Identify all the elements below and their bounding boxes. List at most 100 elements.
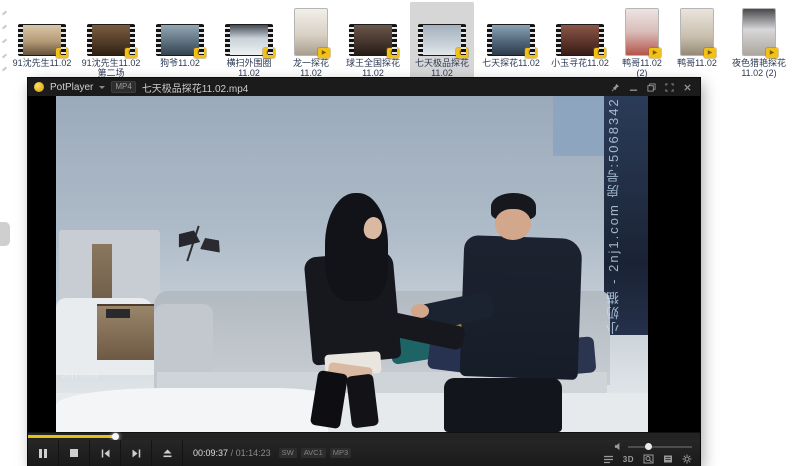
video-thumbnail: ▶: [743, 9, 775, 55]
player-badge-icon: ▶: [318, 48, 330, 58]
3d-mode-button[interactable]: 3D: [623, 455, 634, 464]
file-name: 91沈先生11.02 第二场: [82, 58, 141, 78]
player-badge-icon: ▶: [649, 48, 661, 58]
file-thumbnail-strip: ▶91沈先生11.02 ▶91沈先生11.02 第二场 ▶狗爷11.02 ▶横扫…: [0, 0, 800, 78]
audio-codec-badge: MP3: [330, 448, 351, 458]
file-item[interactable]: ▶鸭哥11.02: [672, 2, 722, 69]
player-badge-icon: ▶: [456, 48, 468, 58]
eject-icon: [162, 448, 173, 459]
file-name: 七天探花11.02: [482, 58, 540, 68]
corner-watermark: 2nj1.com: [62, 373, 98, 380]
player-badge-icon: ▶: [387, 48, 399, 58]
scene-preview-icon[interactable]: [643, 454, 654, 464]
seek-knob[interactable]: [112, 433, 119, 440]
video-area[interactable]: 小奶猫 - 2nj1.com 房号:5068342 2nj1.com: [28, 96, 700, 432]
file-name: 球王全国探花 11.02: [346, 58, 400, 78]
player-badge-icon: ▶: [56, 48, 68, 58]
video-thumbnail: ▶: [19, 25, 65, 55]
file-name: 夜色猎艳探花 11.02 (2): [732, 58, 786, 78]
volume-knob[interactable]: [645, 443, 652, 450]
file-item[interactable]: ▶91沈先生11.02: [10, 2, 74, 69]
video-thumbnail: ▶: [419, 25, 465, 55]
video-thumbnail: ▶: [488, 25, 534, 55]
video-thumbnail: ▶: [226, 25, 272, 55]
telephone: [106, 309, 130, 317]
utility-icons: 3D: [603, 454, 692, 464]
file-item[interactable]: ▶鸭哥11.02 (2): [617, 2, 667, 79]
player-badge-icon: ▶: [194, 48, 206, 58]
player-badge-icon: ▶: [525, 48, 537, 58]
file-item[interactable]: ▶夜色猎艳探花 11.02: [796, 2, 800, 79]
file-name: 鸭哥11.02: [677, 58, 717, 68]
window-buttons: [611, 83, 694, 92]
file-item[interactable]: ▶球王全国探花 11.02: [341, 2, 405, 79]
floor-highlight: [56, 388, 328, 432]
volume-control[interactable]: [614, 442, 692, 451]
duration: 01:14:23: [236, 448, 271, 458]
next-button[interactable]: [121, 440, 152, 466]
control-bar: 00:09:37 / 01:14:23 SW AVC1 MP3 3D: [28, 440, 700, 466]
file-name: 91沈先生11.02: [13, 58, 72, 68]
titlebar[interactable]: PotPlayer MP4 七天极品探花11.02.mp4: [28, 78, 700, 96]
file-item[interactable]: ▶横扫外围圈11.02: [217, 2, 281, 79]
file-item[interactable]: ▶狗爷11.02: [148, 2, 212, 69]
person-man-face: [495, 209, 531, 241]
restore-icon[interactable]: [647, 83, 656, 92]
video-thumbnail: ▶: [295, 9, 327, 55]
pause-icon: [39, 449, 47, 458]
file-name: 七天极品探花 11.02: [415, 58, 469, 78]
file-item-selected[interactable]: ▶七天极品探花 11.02: [410, 2, 474, 79]
current-time: 00:09:37: [193, 448, 228, 458]
vertical-watermark: 小奶猫 - 2nj1.com 房号:5068342: [604, 106, 623, 334]
minimize-icon[interactable]: [629, 83, 638, 92]
left-scrollbar-thumb[interactable]: [0, 222, 10, 246]
desktop: ▶91沈先生11.02 ▶91沈先生11.02 第二场 ▶狗爷11.02 ▶横扫…: [0, 0, 800, 466]
person-man-legs: [444, 378, 562, 432]
app-name[interactable]: PotPlayer: [50, 82, 93, 93]
control-panel-icon[interactable]: [663, 454, 673, 464]
previous-icon: [100, 448, 111, 459]
video-thumbnail: ▶: [681, 9, 713, 55]
file-item[interactable]: ▶夜色猎艳探花 11.02 (2): [727, 2, 791, 79]
potplayer-window: PotPlayer MP4 七天极品探花11.02.mp4: [28, 78, 700, 466]
pin-icon[interactable]: [611, 83, 620, 92]
file-item[interactable]: ▶ 91沈先生11.02 第二场: [79, 2, 143, 79]
seek-progress: [28, 435, 115, 438]
person-woman-hair: [325, 193, 387, 301]
player-badge-icon: ▶: [766, 48, 778, 58]
window-title: 七天极品探花11.02.mp4: [142, 80, 249, 95]
fullscreen-icon[interactable]: [665, 83, 674, 92]
file-name: 狗爷11.02: [160, 58, 200, 68]
play-pause-button[interactable]: [28, 440, 59, 466]
file-name: 小玉寻花11.02: [551, 58, 609, 68]
playlist-icon[interactable]: [603, 455, 614, 464]
settings-gear-icon[interactable]: [682, 454, 692, 464]
file-name: 龙一探花11.02: [288, 58, 334, 78]
file-item[interactable]: ▶七天探花11.02: [479, 2, 543, 69]
menu-caret-icon[interactable]: [99, 86, 105, 89]
open-file-button[interactable]: [152, 440, 183, 466]
player-badge-icon: ▶: [263, 48, 275, 58]
video-thumbnail: ▶: [157, 25, 203, 55]
right-controls: 3D: [603, 442, 700, 464]
decoder-badge: SW: [279, 448, 297, 458]
stop-button[interactable]: [59, 440, 90, 466]
player-badge-icon: ▶: [704, 48, 716, 58]
video-thumbnail: ▶: [557, 25, 603, 55]
stop-icon: [70, 449, 78, 457]
video-thumbnail: ▶: [626, 9, 658, 55]
volume-slider[interactable]: [628, 446, 692, 448]
file-item[interactable]: ▶龙一探花11.02: [286, 2, 336, 79]
potplayer-logo-icon: [34, 82, 44, 92]
file-name: 横扫外围圈11.02: [219, 58, 279, 78]
close-icon[interactable]: [683, 83, 692, 92]
codec-badges: SW AVC1 MP3: [279, 448, 352, 458]
next-icon: [131, 448, 142, 459]
video-frame: 小奶猫 - 2nj1.com 房号:5068342 2nj1.com: [56, 96, 648, 432]
time-display: 00:09:37 / 01:14:23: [193, 448, 271, 458]
speaker-icon[interactable]: [614, 442, 623, 451]
file-item[interactable]: ▶ 小玉寻花11.02: [548, 2, 612, 69]
previous-button[interactable]: [90, 440, 121, 466]
video-thumbnail: ▶: [88, 25, 134, 55]
video-thumbnail: ▶: [350, 25, 396, 55]
